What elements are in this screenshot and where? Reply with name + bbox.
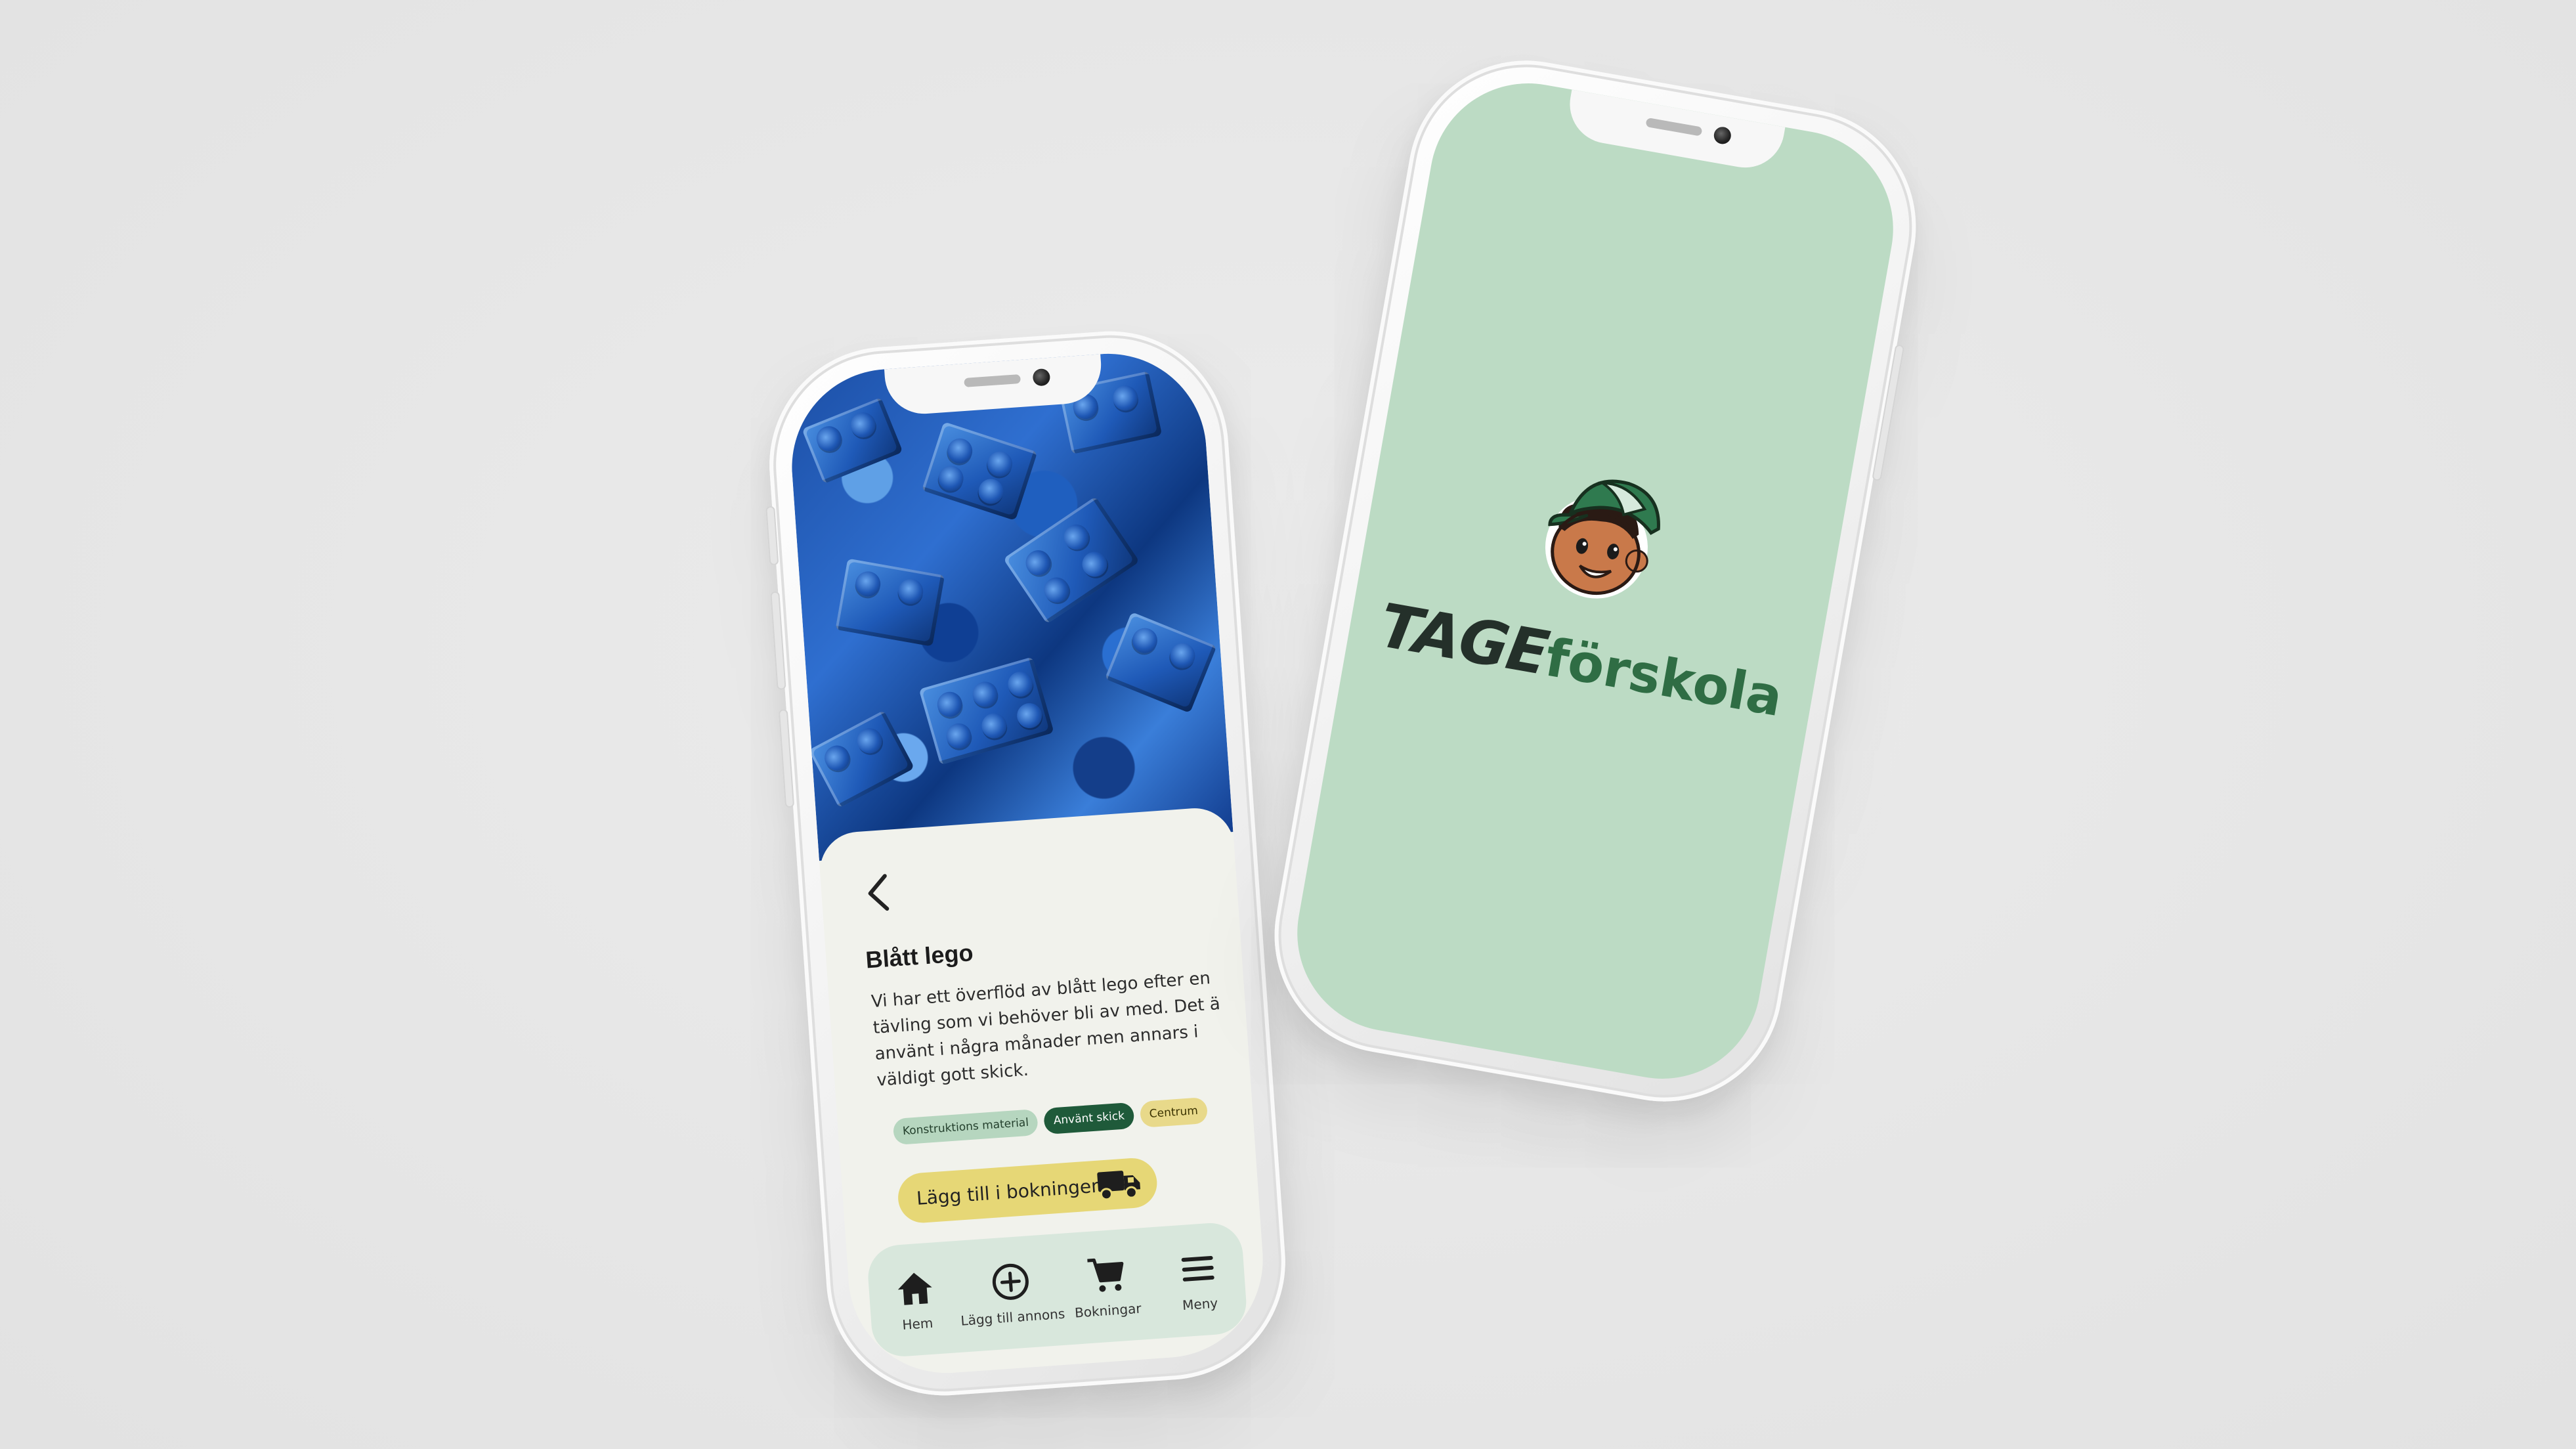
lego-brick [1002,496,1140,624]
speaker [964,374,1021,387]
lego-brick [808,710,915,808]
truck-icon [1097,1171,1141,1201]
notch [1563,89,1786,174]
item-title: Blått lego [865,939,974,974]
volume-up-button [770,591,786,690]
tag-category: Konstruktions material [892,1108,1039,1146]
mute-switch [765,506,779,566]
brand-suffix: förskola [1541,626,1788,729]
phone-splash: TAGEförskola [1256,41,1935,1121]
lego-brick [802,397,903,485]
plus-circle-icon [992,1263,1029,1300]
item-photo [785,347,1234,861]
nav-item-bookings[interactable]: Bokningar [1058,1251,1155,1322]
bottom-navigation: Hem Lägg till annons Bokningar Meny [866,1221,1249,1359]
tag-list: Konstruktions material Använt skick Cent… [892,1096,1209,1146]
lego-brick [835,558,945,647]
nav-label: Lägg till annons [960,1305,1065,1329]
phone-detail: Blått lego Vi har ett överflöd av blått … [762,323,1293,1404]
lego-brick [918,657,1054,766]
item-description: Vi har ett överflöd av blått lego efter … [870,968,1221,1091]
home-icon [898,1272,933,1305]
front-camera [1712,125,1732,146]
back-button[interactable] [858,869,901,917]
menu-icon [1181,1255,1214,1282]
cart-icon [1087,1258,1124,1292]
nav-item-add-listing[interactable]: Lägg till annons [960,1257,1065,1329]
detail-screen: Blått lego Vi har ett överflöd av blått … [785,347,1270,1380]
tag-condition: Använt skick [1043,1102,1135,1135]
nav-item-home[interactable]: Hem [868,1265,964,1335]
mascot-boy-icon [1545,479,1660,599]
chevron-left-icon [868,874,890,911]
volume-down-button [778,708,795,808]
lego-brick [921,422,1038,521]
power-button [1872,343,1905,482]
lego-brick [1104,611,1217,714]
speaker [1645,117,1703,137]
splash-screen: TAGEförskola [1281,68,1909,1094]
detail-sheet: Blått lego Vi har ett överflöd av blått … [817,806,1270,1380]
brand-logo: TAGEförskola [1345,417,1847,735]
nav-item-menu[interactable]: Meny [1150,1245,1247,1316]
nav-label: Bokningar [1074,1300,1142,1321]
add-to-booking-button[interactable]: Lägg till i bokningen [896,1156,1159,1224]
nav-label: Meny [1182,1295,1218,1314]
front-camera [1032,368,1051,387]
tag-location: Centrum [1139,1096,1209,1128]
mockup-stage: Blått lego Vi har ett överflöd av blått … [0,0,2576,1449]
nav-label: Hem [901,1314,934,1333]
add-to-booking-label: Lägg till i bokningen [916,1174,1104,1209]
